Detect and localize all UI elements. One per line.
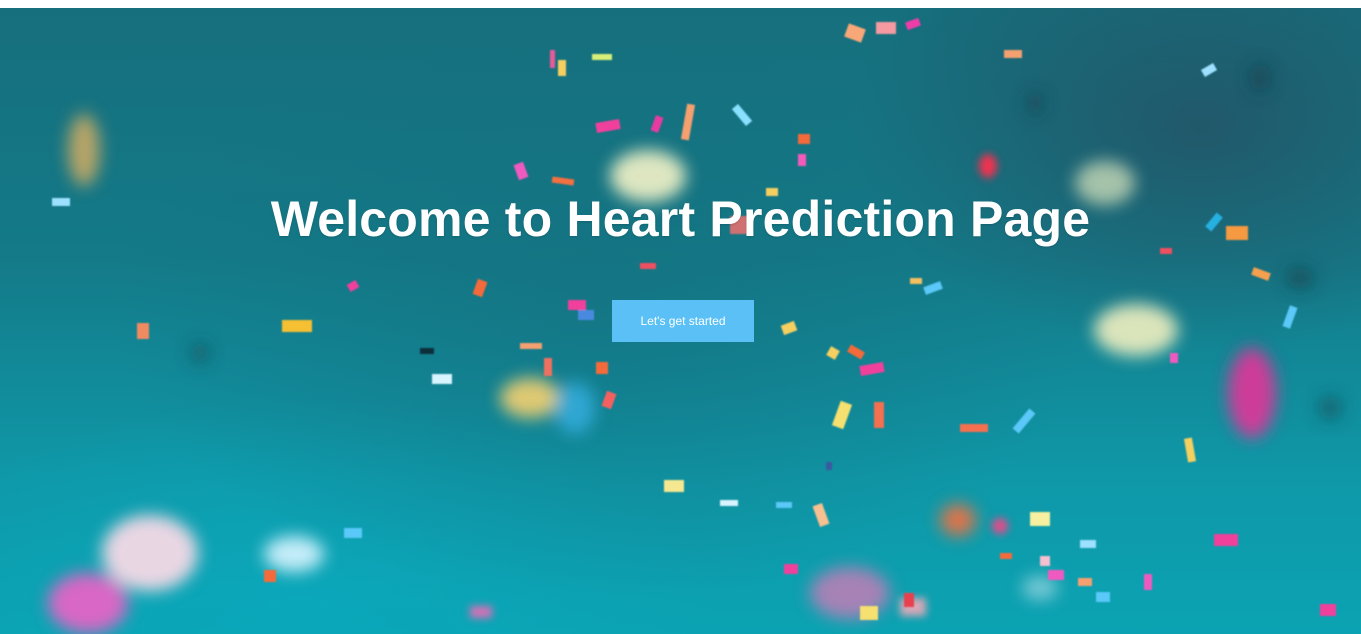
- top-strip: [0, 0, 1361, 8]
- page-title: Welcome to Heart Prediction Page: [270, 191, 1091, 247]
- get-started-button[interactable]: Let's get started: [612, 300, 754, 342]
- hero-section: Welcome to Heart Prediction Page Let's g…: [0, 8, 1361, 634]
